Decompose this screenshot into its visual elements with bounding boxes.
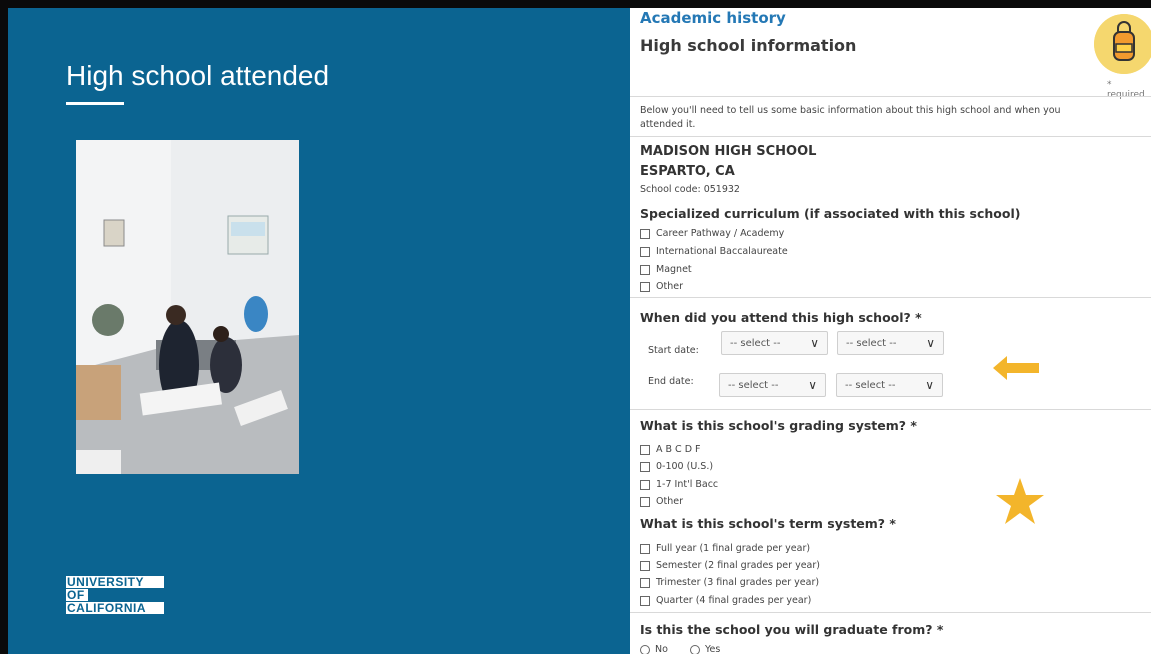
- students-photo: [76, 140, 299, 474]
- graduate-question: Is this the school you will graduate fro…: [640, 622, 944, 637]
- curriculum-option-other[interactable]: Other: [640, 281, 683, 292]
- select-value: -- select --: [730, 337, 781, 349]
- term-option-full-year[interactable]: Full year (1 final grade per year): [640, 543, 810, 554]
- term-option-semester[interactable]: Semester (2 final grades per year): [640, 560, 820, 571]
- university-of-california-logo: UNIVERSITY OF CALIFORNIA: [66, 576, 164, 615]
- chevron-down-icon: ∨: [925, 378, 934, 392]
- logo-line-university: UNIVERSITY: [66, 576, 164, 588]
- grading-option-abcdf[interactable]: A B C D F: [640, 444, 701, 455]
- grading-option-1-7[interactable]: 1-7 Int'l Bacc: [640, 479, 718, 490]
- start-date-label: Start date:: [648, 345, 699, 356]
- term-option-quarter[interactable]: Quarter (4 final grades per year): [640, 595, 811, 606]
- star-icon: [996, 478, 1044, 524]
- curriculum-option-career[interactable]: Career Pathway / Academy: [640, 228, 784, 239]
- school-name: MADISON HIGH SCHOOL: [640, 144, 817, 159]
- chevron-down-icon: ∨: [808, 378, 817, 392]
- checkbox[interactable]: [640, 281, 650, 292]
- graduate-option-no[interactable]: No: [640, 644, 668, 654]
- school-code: School code: 051932: [640, 184, 740, 195]
- school-location: ESPARTO, CA: [640, 164, 735, 179]
- term-option-trimester[interactable]: Trimester (3 final grades per year): [640, 577, 819, 588]
- checkbox[interactable]: [640, 264, 650, 275]
- grading-question: What is this school's grading system? *: [640, 418, 917, 433]
- start-year-select[interactable]: -- select -- ∨: [837, 331, 944, 355]
- option-label: Other: [656, 496, 683, 507]
- select-value: -- select --: [845, 379, 896, 391]
- option-label: Other: [656, 281, 683, 292]
- option-label: Magnet: [656, 264, 692, 275]
- radio[interactable]: [690, 644, 700, 654]
- end-year-select[interactable]: -- select -- ∨: [836, 373, 943, 397]
- checkbox[interactable]: [640, 595, 650, 606]
- checkbox[interactable]: [640, 577, 650, 588]
- checkbox[interactable]: [640, 461, 650, 472]
- slide: High school attended UNIVERSITY OF CALIF…: [8, 8, 1151, 654]
- checkbox[interactable]: [640, 444, 650, 455]
- option-label: International Baccalaureate: [656, 246, 788, 257]
- option-label: No: [655, 644, 668, 654]
- chevron-down-icon: ∨: [810, 336, 819, 350]
- checkbox[interactable]: [640, 228, 650, 239]
- start-month-select[interactable]: -- select -- ∨: [721, 331, 828, 355]
- chevron-down-icon: ∨: [926, 336, 935, 350]
- option-label: Career Pathway / Academy: [656, 228, 785, 239]
- attendance-question: When did you attend this high school? *: [640, 310, 922, 325]
- logo-line-of: OF: [66, 589, 88, 601]
- graduate-option-yes[interactable]: Yes: [690, 644, 720, 654]
- option-label: Trimester (3 final grades per year): [656, 577, 820, 588]
- select-value: -- select --: [846, 337, 897, 349]
- page-heading: High school information: [640, 36, 857, 55]
- checkbox[interactable]: [640, 543, 650, 554]
- grading-option-other[interactable]: Other: [640, 496, 683, 507]
- curriculum-option-magnet[interactable]: Magnet: [640, 264, 692, 275]
- divider: [630, 96, 1151, 97]
- required-note: * required: [1107, 80, 1145, 100]
- curriculum-option-ib[interactable]: International Baccalaureate: [640, 246, 788, 257]
- title-underline: [66, 102, 124, 105]
- section-label: Academic history: [640, 9, 786, 27]
- slide-title: High school attended: [66, 60, 330, 91]
- radio[interactable]: [640, 644, 650, 654]
- intro-text: Below you'll need to tell us some basic …: [640, 105, 1061, 130]
- end-month-select[interactable]: -- select -- ∨: [719, 373, 826, 397]
- option-label: A B C D F: [656, 444, 701, 455]
- option-label: 0-100 (U.S.): [656, 461, 714, 472]
- checkbox[interactable]: [640, 560, 650, 571]
- option-label: Yes: [705, 644, 721, 654]
- left-arrow-icon: [993, 356, 1039, 380]
- grading-option-0-100[interactable]: 0-100 (U.S.): [640, 461, 713, 472]
- option-label: Semester (2 final grades per year): [656, 560, 820, 571]
- slide-left-panel: High school attended UNIVERSITY OF CALIF…: [8, 8, 630, 654]
- divider: [630, 297, 1151, 298]
- checkbox[interactable]: [640, 479, 650, 490]
- option-label: Full year (1 final grade per year): [656, 543, 811, 554]
- select-value: -- select --: [728, 379, 779, 391]
- logo-line-california: CALIFORNIA: [66, 602, 164, 614]
- curriculum-question: Specialized curriculum (if associated wi…: [640, 206, 1021, 221]
- checkbox[interactable]: [640, 246, 650, 257]
- divider: [630, 409, 1151, 410]
- divider: [630, 612, 1151, 613]
- divider: [630, 136, 1151, 137]
- end-date-label: End date:: [648, 376, 694, 387]
- backpack-icon: [1094, 14, 1151, 74]
- option-label: Quarter (4 final grades per year): [656, 595, 812, 606]
- term-question: What is this school's term system? *: [640, 516, 896, 531]
- checkbox[interactable]: [640, 496, 650, 507]
- option-label: 1-7 Int'l Bacc: [656, 479, 719, 490]
- high-school-form: Academic history High school information…: [630, 8, 1151, 654]
